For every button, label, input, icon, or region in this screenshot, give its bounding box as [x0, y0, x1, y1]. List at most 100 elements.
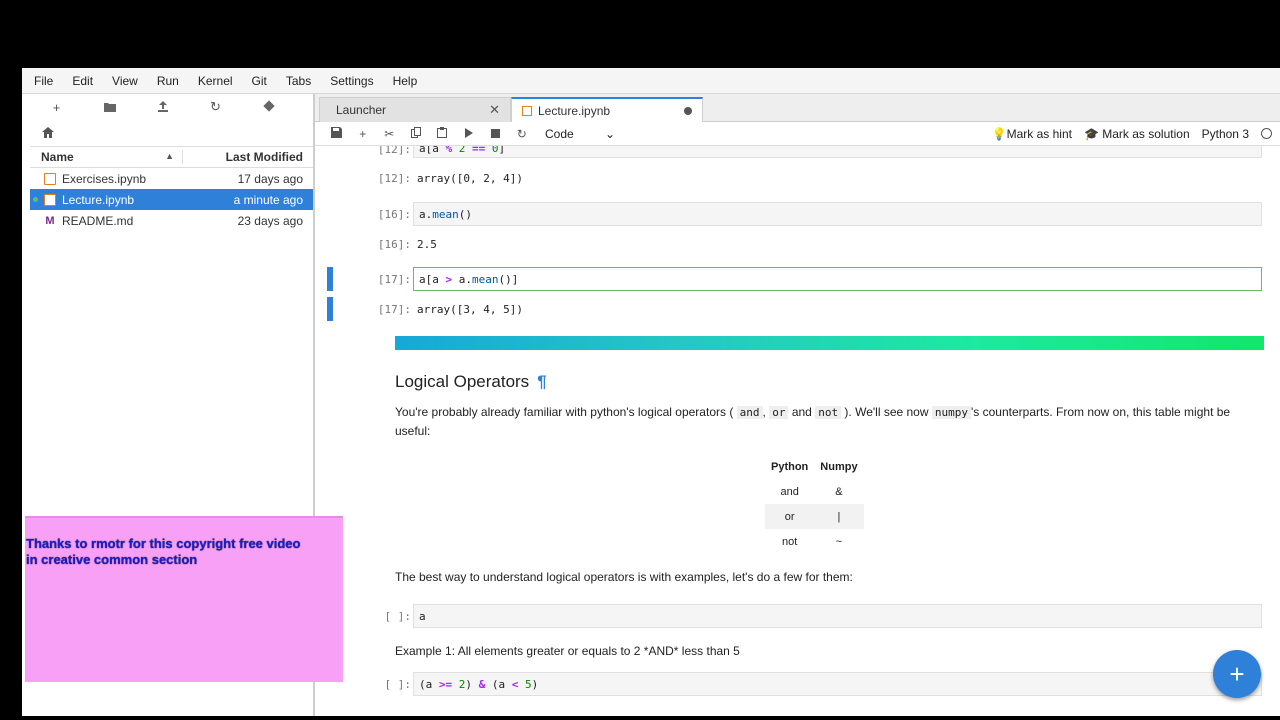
menu-edit[interactable]: Edit [72, 74, 93, 88]
input-prompt: [17]: [377, 273, 411, 286]
save-icon[interactable] [323, 126, 350, 141]
table-row: and & [780, 485, 843, 498]
markdown-icon: M [45, 214, 55, 227]
operator-table: Python Numpy and & or | not ~ [765, 454, 864, 554]
file-name: Exercises.ipynb [62, 171, 147, 186]
output-prompt: [17]: [377, 303, 411, 316]
file-list-header: Name ▲ Last Modified [30, 146, 313, 168]
file-modified: 23 days ago [237, 213, 303, 228]
code-cell-empty-a[interactable]: [ ]: a [327, 604, 1262, 630]
table-header: Numpy [820, 460, 858, 473]
restart-icon[interactable]: ↻ [509, 127, 536, 141]
chevron-down-icon: ⌄ [604, 126, 615, 141]
menu-tabs[interactable]: Tabs [286, 74, 311, 88]
notebook-panel: [12]: a[a % 2 == 0] [12]: array([0, 2, 4… [315, 146, 1280, 716]
menu-run[interactable]: Run [157, 74, 179, 88]
code-cell-12[interactable]: [12]: a[a % 2 == 0] [12]: array([0, 2, 4… [327, 146, 1262, 206]
kernel-name[interactable]: Python 3 [1202, 127, 1249, 141]
cell-type-select[interactable]: Code ⌄ [545, 127, 615, 141]
file-row-exercises[interactable]: Exercises.ipynb 17 days ago [30, 168, 313, 189]
table-header: Python [771, 460, 809, 473]
column-name-header[interactable]: Name ▲ [30, 150, 182, 164]
copy-icon[interactable] [403, 126, 430, 141]
menu-git[interactable]: Git [252, 74, 267, 88]
lightbulb-icon: 💡 [991, 126, 1007, 141]
cut-icon[interactable]: ✂ [376, 127, 403, 141]
code-input[interactable]: a[a % 2 == 0] [413, 146, 1262, 158]
output-prompt: [16]: [377, 238, 411, 251]
run-icon[interactable] [456, 127, 483, 141]
tab-bar: Launcher ✕ Lecture.ipynb [315, 94, 1280, 122]
file-modified: a minute ago [233, 192, 303, 207]
file-row-readme[interactable]: M README.md 23 days ago [30, 210, 313, 231]
input-prompt: [12]: [377, 146, 411, 156]
markdown-paragraph: You're probably already familiar with py… [395, 405, 1231, 438]
kernel-status-icon [1261, 128, 1272, 139]
breadcrumb [30, 120, 313, 146]
overlay-text: Thanks to rmotr for this copyright free … [26, 536, 301, 567]
plus-icon: + [1229, 658, 1245, 689]
file-name: Lecture.ipynb [62, 192, 135, 207]
code-input[interactable]: a. mean() [413, 202, 1262, 226]
input-prompt: [16]: [377, 208, 411, 221]
add-cell-fab-button[interactable]: + [1213, 650, 1261, 698]
paste-icon[interactable] [429, 126, 456, 141]
code-input[interactable]: a [413, 604, 1262, 628]
code-input[interactable]: a[a > a. mean()] [413, 267, 1262, 291]
menu-help[interactable]: Help [393, 74, 418, 88]
unsaved-dot-icon[interactable] [684, 106, 692, 115]
notebook-toolbar: + ✂ ↻ Code ⌄ 💡Mark as hint 🎓 Mark as sol… [315, 122, 1280, 146]
code-cell-17[interactable]: [17]: a[a > a. mean()] [17]: array([3, 4,… [327, 267, 1262, 323]
stop-icon[interactable] [482, 127, 509, 141]
mark-as-hint-button[interactable]: 💡Mark as hint [992, 127, 1072, 141]
input-prompt: [ ]: [384, 678, 412, 691]
new-folder-icon[interactable] [83, 100, 136, 115]
table-row: not ~ [781, 535, 843, 548]
notebook-icon [44, 193, 56, 206]
running-indicator-icon [33, 197, 38, 202]
toolbar-right: 💡Mark as hint 🎓 Mark as solution Python … [992, 127, 1272, 141]
cell-output: 2.5 [417, 238, 437, 251]
file-name: README.md [62, 213, 134, 228]
file-browser-toolbar: + ↻ [30, 94, 313, 120]
gradient-divider [395, 336, 1264, 350]
code-cell-16[interactable]: [16]: a. mean() [16]: 2.5 [327, 202, 1262, 262]
home-icon[interactable] [42, 126, 54, 141]
cell-output: array([0, 2, 4]) [417, 172, 523, 185]
input-prompt: [ ]: [384, 610, 412, 623]
menu-settings[interactable]: Settings [330, 74, 373, 88]
code-cell-example-1[interactable]: [ ]: (a >= 2) & (a < 5) [327, 672, 1262, 702]
code-input[interactable]: (a >= 2) & (a < 5) [413, 672, 1262, 696]
main-dock-panel: Launcher ✕ Lecture.ipynb + ✂ ↻ Code ⌄ 💡M… [314, 94, 1280, 716]
output-prompt: [12]: [377, 172, 411, 185]
git-icon[interactable] [242, 99, 295, 115]
tab-lecture[interactable]: Lecture.ipynb [511, 97, 703, 122]
upload-icon[interactable] [136, 100, 189, 115]
file-row-lecture[interactable]: Lecture.ipynb a minute ago [30, 189, 313, 210]
anchor-link-icon[interactable]: ¶ [537, 372, 546, 391]
column-last-modified-header[interactable]: Last Modified [182, 150, 313, 164]
new-launcher-icon[interactable]: + [30, 100, 83, 115]
add-cell-icon[interactable]: + [350, 127, 377, 141]
menu-file[interactable]: File [34, 74, 53, 88]
close-tab-icon[interactable]: ✕ [489, 102, 500, 118]
notebook-icon [44, 172, 56, 185]
tab-launcher[interactable]: Launcher ✕ [319, 97, 511, 122]
menu-kernel[interactable]: Kernel [198, 74, 233, 88]
operator-table-container: Python Numpy and & or | not ~ [315, 454, 1280, 564]
table-row: or | [765, 504, 864, 529]
sort-ascending-icon: ▲ [165, 151, 174, 161]
menu-view[interactable]: View [112, 74, 138, 88]
cell-output: array([3, 4, 5]) [417, 303, 523, 316]
active-output-indicator [327, 297, 333, 321]
menu-bar: File Edit View Run Kernel Git Tabs Setti… [22, 68, 1280, 94]
notebook-icon [522, 105, 532, 116]
file-modified: 17 days ago [237, 171, 303, 186]
markdown-paragraph-examples: The best way to understand logical opera… [395, 570, 853, 584]
mark-as-solution-button[interactable]: 🎓 Mark as solution [1084, 127, 1190, 141]
graduation-cap-icon: 🎓 [1083, 126, 1099, 141]
refresh-icon[interactable]: ↻ [189, 99, 242, 115]
markdown-heading: Logical Operators ¶ [395, 372, 547, 391]
watermark-overlay: Thanks to rmotr for this copyright free … [25, 516, 343, 682]
markdown-example-1: Example 1: All elements greater or equal… [395, 644, 740, 658]
